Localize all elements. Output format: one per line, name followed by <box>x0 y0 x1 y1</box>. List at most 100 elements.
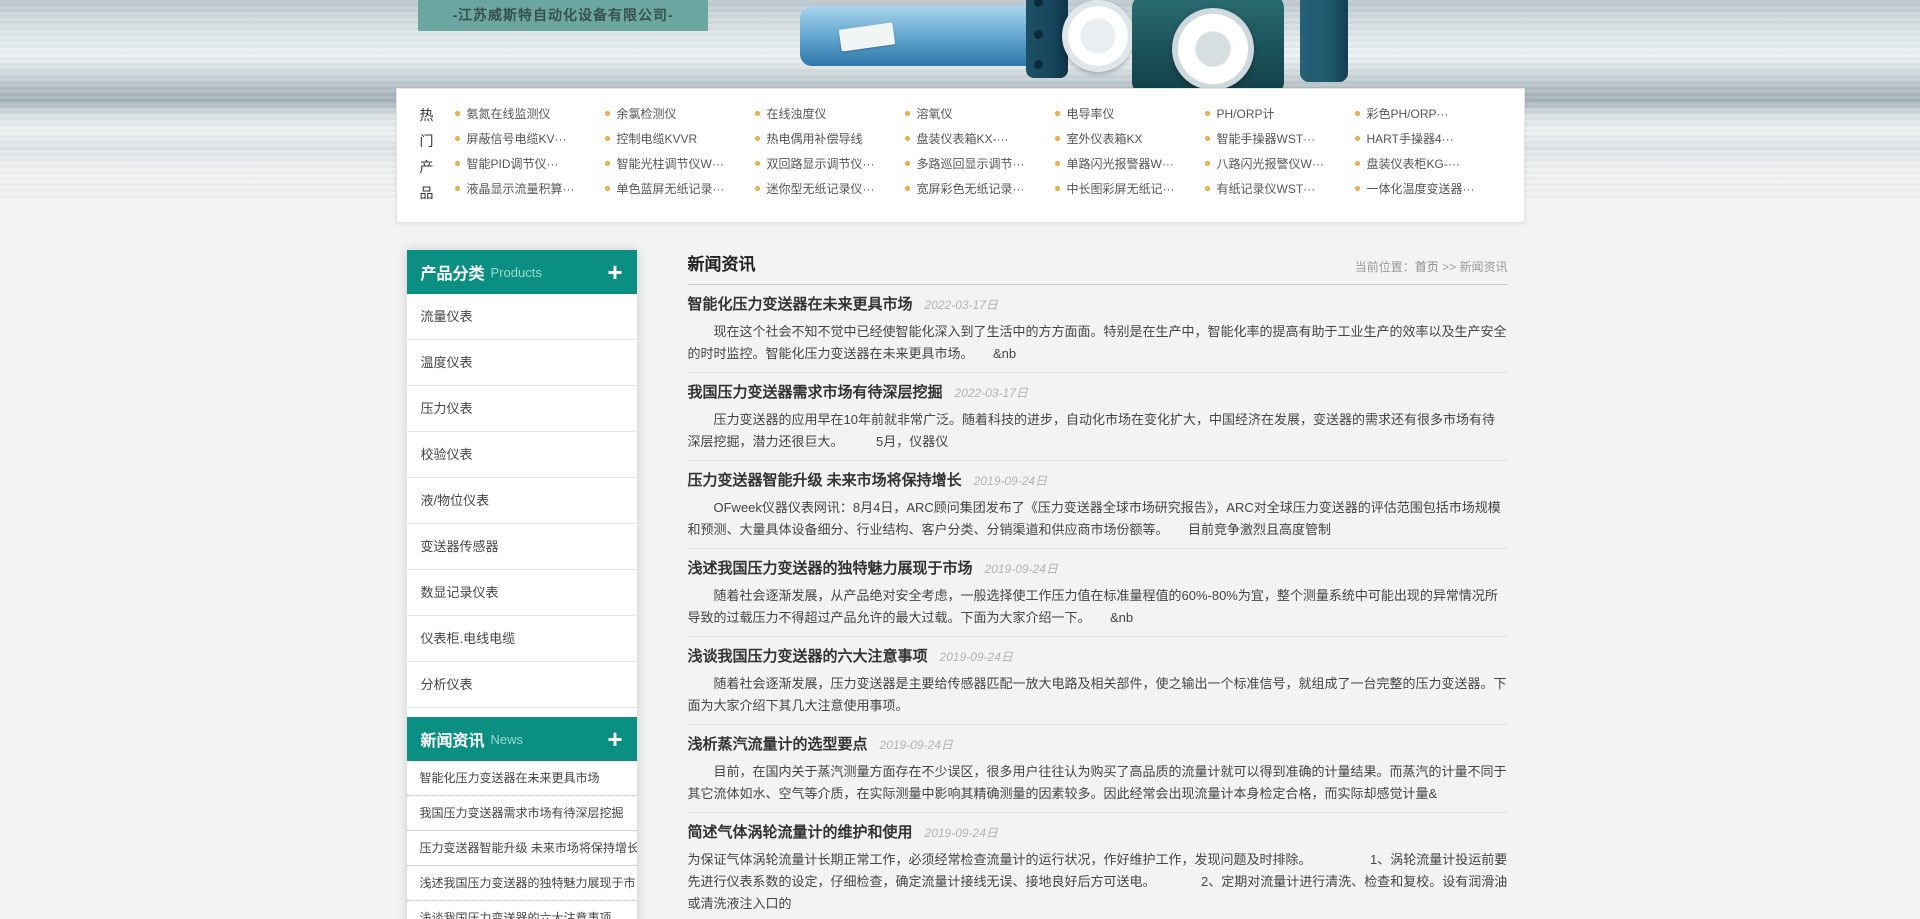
bullet-icon <box>1355 186 1360 191</box>
breadcrumb-home-link[interactable]: 首页 <box>1415 260 1439 274</box>
hot-product-link[interactable]: 中长图彩屏无纸记··· <box>1055 180 1205 197</box>
flowmeter-flange-right <box>1300 0 1348 82</box>
bullet-icon <box>455 136 460 141</box>
hot-product-link[interactable]: 单路闪光报警器W··· <box>1055 155 1205 172</box>
hot-product-link[interactable]: HART手操器4··· <box>1355 130 1505 147</box>
bullet-icon <box>905 136 910 141</box>
products-header-title: 产品分类 <box>421 260 485 284</box>
hot-product-label: 液晶显示流量积算··· <box>467 180 575 197</box>
hot-product-link[interactable]: 有纸记录仪WST··· <box>1205 180 1355 197</box>
bullet-icon <box>605 111 610 116</box>
hot-product-link[interactable]: 一体化温度变送器··· <box>1355 180 1505 197</box>
plus-icon[interactable]: + <box>607 726 622 752</box>
hot-product-label: 余氯检测仪 <box>617 105 677 122</box>
hot-products-grid: 氨氮在线监测仪 余氯检测仪 在线浊度仪 溶氧仪 电导率仪 PH/ORP计 彩色P… <box>455 89 1505 222</box>
hot-product-link[interactable]: 八路闪光报警仪W··· <box>1205 155 1355 172</box>
hot-product-link[interactable]: 电导率仪 <box>1055 105 1205 122</box>
hot-product-link[interactable]: 智能PID调节仪··· <box>455 155 605 172</box>
hot-products-panel: 热 门 产 品 氨氮在线监测仪 余氯检测仪 在线浊度仪 溶氧仪 电导率仪 PH/… <box>396 88 1525 223</box>
hot-product-label: 屏蔽信号电缆KV··· <box>467 130 567 147</box>
sidebar-item-analysis-meters[interactable]: 分析仪表 <box>407 662 637 708</box>
news-article: 我国压力变送器需求市场有待深层挖掘2022-03-17日 压力变送器的应用早在1… <box>688 373 1508 461</box>
bullet-icon <box>1205 111 1210 116</box>
breadcrumb-prefix: 当前位置： <box>1355 260 1415 274</box>
hot-product-link[interactable]: 溶氧仪 <box>905 105 1055 122</box>
plus-icon[interactable]: + <box>607 259 622 285</box>
flowmeter-blue-body <box>800 6 1040 66</box>
news-main-area: 新闻资讯 当前位置：首页 >> 新闻资讯 智能化压力变送器在未来更具市场2022… <box>688 250 1508 919</box>
news-header-title: 新闻资讯 <box>421 727 485 751</box>
article-title-link[interactable]: 简述气体涡轮流量计的维护和使用 <box>688 823 913 843</box>
sidebar-item-cabinets-cables[interactable]: 仪表柜.电线电缆 <box>407 616 637 662</box>
hot-product-label: 单路闪光报警器W··· <box>1067 155 1174 172</box>
sidebar-item-level-meters[interactable]: 液/物位仪表 <box>407 478 637 524</box>
hot-product-label: 室外仪表箱KX <box>1067 130 1143 147</box>
article-title-link[interactable]: 浅述我国压力变送器的独特魅力展现于市场 <box>688 559 973 579</box>
sidebar-item-transmitters-sensors[interactable]: 变送器传感器 <box>407 524 637 570</box>
hot-product-link[interactable]: 氨氮在线监测仪 <box>455 105 605 122</box>
sidebar-item-calibration-meters[interactable]: 校验仪表 <box>407 432 637 478</box>
bullet-icon <box>905 111 910 116</box>
sidebar-news-link[interactable]: 浅述我国压力变送器的独特魅力展现于市 <box>407 866 637 901</box>
hot-label-char: 品 <box>420 180 455 206</box>
sidebar-item-pressure-meters[interactable]: 压力仪表 <box>407 386 637 432</box>
hot-product-link[interactable]: 控制电缆KVVR <box>605 130 755 147</box>
bullet-icon <box>755 161 760 166</box>
hot-product-link[interactable]: 迷你型无纸记录仪··· <box>755 180 905 197</box>
sidebar-item-temperature-meters[interactable]: 温度仪表 <box>407 340 637 386</box>
hot-product-link[interactable]: 单色蓝屏无纸记录··· <box>605 180 755 197</box>
breadcrumb-separator: >> <box>1439 260 1460 274</box>
hot-product-label: 智能手操器WST··· <box>1217 130 1316 147</box>
hot-product-link[interactable]: 热电偶用补偿导线 <box>755 130 905 147</box>
breadcrumb: 当前位置：首页 >> 新闻资讯 <box>1355 258 1508 275</box>
hot-product-link[interactable]: 在线浊度仪 <box>755 105 905 122</box>
products-header-subtitle: Products <box>491 265 542 280</box>
hot-product-link[interactable]: 盘装仪表柜KG-··· <box>1355 155 1505 172</box>
bullet-icon <box>455 111 460 116</box>
hot-product-label: 氨氮在线监测仪 <box>467 105 551 122</box>
hot-product-label: 一体化温度变送器··· <box>1367 180 1475 197</box>
hot-product-label: 多路巡回显示调节··· <box>917 155 1025 172</box>
hot-product-link[interactable]: 宽屏彩色无纸记录··· <box>905 180 1055 197</box>
sidebar-item-flow-meters[interactable]: 流量仪表 <box>407 294 637 340</box>
article-title-link[interactable]: 浅谈我国压力变送器的六大注意事项 <box>688 647 928 667</box>
bullet-icon <box>605 136 610 141</box>
sidebar-news-link[interactable]: 压力变送器智能升级 未来市场将保持增长 <box>407 831 637 866</box>
hot-product-label: 溶氧仪 <box>917 105 953 122</box>
flowmeter-liner-face-2 <box>1172 8 1254 90</box>
hot-product-link[interactable]: PH/ORP计 <box>1205 105 1355 122</box>
news-header-subtitle: News <box>491 732 524 747</box>
sidebar-item-digital-recorders[interactable]: 数显记录仪表 <box>407 570 637 616</box>
hot-product-link[interactable]: 液晶显示流量积算··· <box>455 180 605 197</box>
bullet-icon <box>1055 111 1060 116</box>
article-title-link[interactable]: 浅析蒸汽流量计的选型要点 <box>688 735 868 755</box>
bullet-icon <box>755 136 760 141</box>
article-title-link[interactable]: 压力变送器智能升级 未来市场将保持增长 <box>688 471 962 491</box>
hot-product-label: 盘装仪表箱KX-··· <box>917 130 1009 147</box>
bullet-icon <box>1055 161 1060 166</box>
hot-product-label: 控制电缆KVVR <box>617 130 698 147</box>
breadcrumb-current: 新闻资讯 <box>1459 260 1507 274</box>
page-title: 新闻资讯 <box>688 250 756 275</box>
article-summary: 随着社会逐渐发展，从产品绝对安全考虑，一般选择使工作压力值在标准量程值的60%-… <box>688 585 1508 629</box>
hot-product-link[interactable]: 智能手操器WST··· <box>1205 130 1355 147</box>
hot-product-link[interactable]: 屏蔽信号电缆KV··· <box>455 130 605 147</box>
sidebar-news-link[interactable]: 智能化压力变送器在未来更具市场 <box>407 761 637 796</box>
article-date: 2019-09-24日 <box>974 472 1047 489</box>
bullet-icon <box>1355 136 1360 141</box>
hot-product-link[interactable]: 盘装仪表箱KX-··· <box>905 130 1055 147</box>
hot-product-link[interactable]: 多路巡回显示调节··· <box>905 155 1055 172</box>
sidebar-news-link[interactable]: 我国压力变送器需求市场有待深层挖掘 <box>407 796 637 831</box>
hot-product-link[interactable]: 余氯检测仪 <box>605 105 755 122</box>
hot-product-link[interactable]: 双回路显示调节仪··· <box>755 155 905 172</box>
bullet-icon <box>905 161 910 166</box>
bullet-icon <box>605 161 610 166</box>
hot-product-link[interactable]: 彩色PH/ORP··· <box>1355 105 1505 122</box>
hot-product-label: 智能PID调节仪··· <box>467 155 559 172</box>
flange-bolt <box>1034 0 1043 7</box>
hot-product-link[interactable]: 智能光柱调节仪W··· <box>605 155 755 172</box>
article-title-link[interactable]: 我国压力变送器需求市场有待深层挖掘 <box>688 383 943 403</box>
hot-product-link[interactable]: 室外仪表箱KX <box>1055 130 1205 147</box>
article-title-link[interactable]: 智能化压力变送器在未来更具市场 <box>688 295 913 315</box>
sidebar-news-link[interactable]: 浅谈我国压力变送器的六大注意事项 <box>407 901 637 919</box>
